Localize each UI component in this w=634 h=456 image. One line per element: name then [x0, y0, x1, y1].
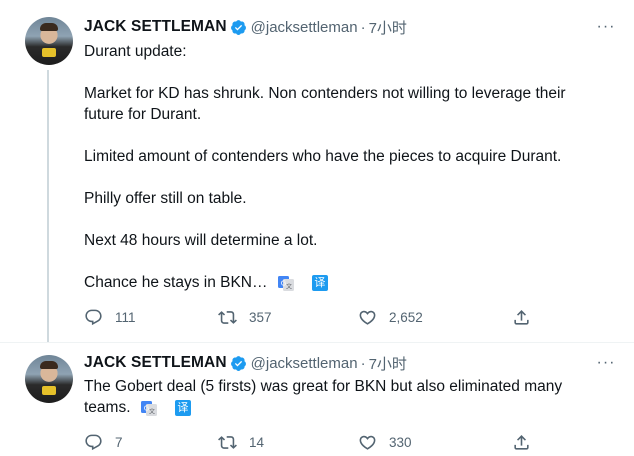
like-icon	[359, 310, 376, 325]
avatar[interactable]	[25, 17, 73, 65]
tweet-header: JACK SETTLEMAN @jacksettleman · 7小时	[84, 17, 407, 37]
verified-badge-icon	[230, 19, 246, 35]
svg-text:文: 文	[149, 407, 155, 415]
reply-button[interactable]: 111	[84, 305, 136, 329]
tweet[interactable]: JACK SETTLEMAN @jacksettleman · 7小时 ··· …	[0, 0, 634, 342]
verified-badge-icon	[230, 355, 246, 371]
tweet-text: Durant update: Market for KD has shrunk.…	[84, 41, 604, 293]
tweet-paragraph-last: Chance he stays in BKN… G 文 译	[84, 272, 604, 293]
reply-count: 7	[115, 434, 123, 450]
tweet-paragraph: Market for KD has shrunk. Non contenders…	[84, 85, 566, 123]
separator-dot: ·	[360, 354, 366, 372]
author-name[interactable]: JACK SETTLEMAN	[84, 18, 227, 36]
tweet[interactable]: JACK SETTLEMAN @jacksettleman · 7小时 ··· …	[0, 342, 634, 456]
retweet-count: 14	[249, 434, 265, 450]
separator-dot: ·	[360, 18, 366, 36]
avatar-hair	[40, 361, 58, 369]
share-icon	[514, 434, 529, 450]
author-handle[interactable]: @jacksettleman	[251, 19, 358, 36]
reply-icon	[85, 434, 102, 450]
share-button[interactable]	[512, 430, 531, 454]
like-icon	[359, 435, 376, 450]
tweet-time[interactable]: 7小时	[369, 353, 407, 374]
author-handle[interactable]: @jacksettleman	[251, 355, 358, 372]
tweet-paragraph: Next 48 hours will determine a lot.	[84, 232, 318, 249]
avatar[interactable]	[25, 355, 73, 403]
like-count: 2,652	[389, 309, 423, 325]
retweet-icon	[218, 435, 237, 449]
avatar-shirt-logo	[42, 48, 56, 57]
retweet-button[interactable]: 14	[218, 430, 264, 454]
retweet-count: 357	[249, 309, 272, 325]
tweet-paragraph: Limited amount of contenders who have th…	[84, 148, 562, 165]
tweet-header: JACK SETTLEMAN @jacksettleman · 7小时	[84, 353, 407, 373]
retweet-button[interactable]: 357	[218, 305, 272, 329]
tweet-paragraph: Chance he stays in BKN…	[84, 274, 268, 291]
translate-icon[interactable]: 译	[174, 399, 191, 416]
like-button[interactable]: 2,652	[358, 305, 423, 329]
share-icon	[514, 309, 529, 325]
translate-icons: G 文 译	[140, 399, 191, 416]
like-button[interactable]: 330	[358, 430, 412, 454]
author-name[interactable]: JACK SETTLEMAN	[84, 354, 227, 372]
translate-icons: G 文 译	[277, 274, 328, 291]
tweet-actions: 111 357 2,652	[84, 305, 534, 329]
google-translate-icon[interactable]: G 文	[140, 400, 157, 416]
svg-text:文: 文	[286, 282, 292, 290]
retweet-icon	[218, 310, 237, 324]
share-button[interactable]	[512, 305, 531, 329]
translate-icon[interactable]: 译	[311, 274, 328, 291]
reply-count: 111	[115, 309, 136, 325]
tweet-paragraph: Durant update:	[84, 43, 187, 60]
avatar-hair	[40, 23, 58, 31]
tweet-time[interactable]: 7小时	[369, 17, 407, 38]
google-translate-icon[interactable]: G 文	[277, 275, 294, 291]
tweet-paragraph: Philly offer still on table.	[84, 190, 247, 207]
reply-button[interactable]: 7	[84, 430, 123, 454]
tweet-actions: 7 14 330	[84, 430, 534, 454]
tweet-text: The Gobert deal (5 firsts) was great for…	[84, 376, 589, 418]
more-icon[interactable]: ···	[596, 17, 616, 37]
thread-line	[47, 70, 49, 342]
like-count: 330	[389, 434, 412, 450]
more-icon[interactable]: ···	[596, 353, 616, 373]
reply-icon	[85, 309, 102, 325]
avatar-shirt-logo	[42, 386, 56, 395]
tweet-paragraph-last: The Gobert deal (5 firsts) was great for…	[84, 376, 589, 418]
